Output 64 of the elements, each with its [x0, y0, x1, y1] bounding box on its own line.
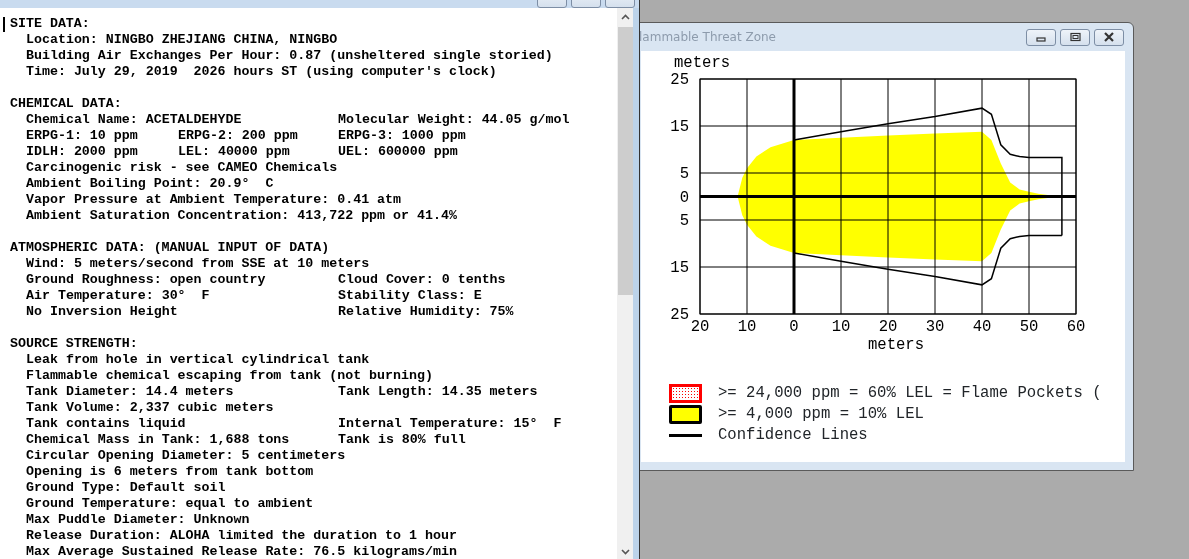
axis-tick-label: 10 — [831, 318, 851, 336]
axis-tick-label: 0 — [789, 318, 799, 336]
summary-text: Tank is 80% full — [338, 432, 466, 448]
summary-text: Flammable chemical escaping from tank (not burning) — [26, 368, 433, 384]
axis-tick-label: 5 — [679, 212, 689, 230]
section-heading: ATMOSPHERIC DATA: (MANUAL INPUT OF DATA) — [10, 240, 331, 256]
axis-tick-label: 0 — [679, 188, 689, 207]
summary-text: Stability Class: E — [338, 288, 482, 304]
section-heading: SITE DATA: — [10, 16, 91, 32]
summary-text: Building Air Exchanges Per Hour: 0.87 (unsheltered single storied) — [26, 48, 553, 64]
summary-text: Chemical Name: ACETALDEHYDE — [26, 112, 243, 128]
summary-text: Ambient Boiling Point: 20.9° C — [26, 176, 274, 192]
summary-text: Max Puddle Diameter: Unknown — [26, 512, 250, 528]
section-heading: CHEMICAL DATA: — [10, 96, 123, 112]
summary-text: Time: July 29, 2019 2026 hours ST (using computer's clock) — [26, 64, 497, 80]
summary-text: Cloud Cover: 0 tenths — [338, 272, 506, 288]
summary-text: Circular Opening Diameter: 5 centimeters — [26, 448, 346, 464]
summary-text: Air Temperature: 30° F — [26, 288, 211, 304]
summary-text: IDLH: 2000 ppm — [26, 144, 139, 160]
window-title: lammable Threat Zone — [639, 29, 776, 46]
axis-tick-label: 30 — [925, 318, 945, 336]
summary-text: Ground Roughness: open country — [26, 272, 267, 288]
summary-text: No Inversion Height — [26, 304, 179, 320]
summary-text: Tank Diameter: 14.4 meters — [26, 384, 235, 400]
axis-title: meters — [674, 54, 731, 72]
legend-label: >= 24,000 ppm = 60% LEL = Flame Pockets ( — [718, 384, 1102, 403]
summary-text: Carcinogenic risk - see CAMEO Chemicals — [26, 160, 338, 176]
summary-text: UEL: 600000 ppm — [338, 144, 458, 160]
summary-text: ERPG-1: 10 ppm — [26, 128, 139, 144]
summary-text: Molecular Weight: 44.05 g/mol — [338, 112, 570, 128]
summary-text: Relative Humidity: 75% — [338, 304, 514, 320]
axis-tick-label: 15 — [670, 259, 689, 277]
summary-text: Tank Volume: 2,337 cubic meters — [26, 400, 274, 416]
summary-text: Internal Temperature: 15° F — [338, 416, 562, 432]
summary-text: LEL: 40000 ppm — [178, 144, 291, 160]
axis-title: meters — [867, 336, 925, 354]
axis-tick-label: 25 — [670, 306, 689, 324]
axis-tick-label: 15 — [670, 118, 689, 136]
axis-tick-label: 20 — [878, 318, 898, 336]
summary-text: Ground Temperature: equal to ambient — [26, 496, 314, 512]
summary-text: ERPG-2: 200 ppm — [178, 128, 299, 144]
legend-label: Confidence Lines — [718, 426, 868, 445]
summary-text: Location: NINGBO ZHEJIANG CHINA, NINGBO — [26, 32, 338, 48]
axis-tick-label: 5 — [679, 165, 689, 183]
summary-text: Tank Length: 14.35 meters — [338, 384, 538, 400]
axis-tick-label: 20 — [690, 318, 710, 336]
summary-text: Opening is 6 meters from tank bottom — [26, 464, 314, 480]
axis-tick-label: 25 — [670, 71, 689, 89]
summary-text: Wind: 5 meters/second from SSE at 10 meters — [26, 256, 370, 272]
summary-text: Ambient Saturation Concentration: 413,722 ppm or 41.4% — [26, 208, 457, 224]
summary-text: Vapor Pressure at Ambient Temperature: 0.41 atm — [26, 192, 402, 208]
summary-text: Chemical Mass in Tank: 1,688 tons — [26, 432, 291, 448]
axis-tick-label: 40 — [972, 318, 992, 336]
summary-text: Leak from hole in vertical cylindrical tank — [26, 352, 370, 368]
legend-label: >= 4,000 ppm = 10% LEL — [718, 405, 924, 424]
axis-tick-label: 50 — [1019, 318, 1039, 336]
axis-tick-label: 10 — [737, 318, 757, 336]
axis-tick-label: 60 — [1066, 318, 1086, 336]
summary-text: Max Average Sustained Release Rate: 76.5 kilograms/min — [26, 544, 457, 559]
section-heading: SOURCE STRENGTH: — [10, 336, 139, 352]
summary-text: ERPG-3: 1000 ppm — [338, 128, 466, 144]
summary-text: Release Duration: ALOHA limited the duration to 1 hour — [26, 528, 457, 544]
summary-text: Tank contains liquid — [26, 416, 187, 432]
summary-text: Ground Type: Default soil — [26, 480, 226, 496]
